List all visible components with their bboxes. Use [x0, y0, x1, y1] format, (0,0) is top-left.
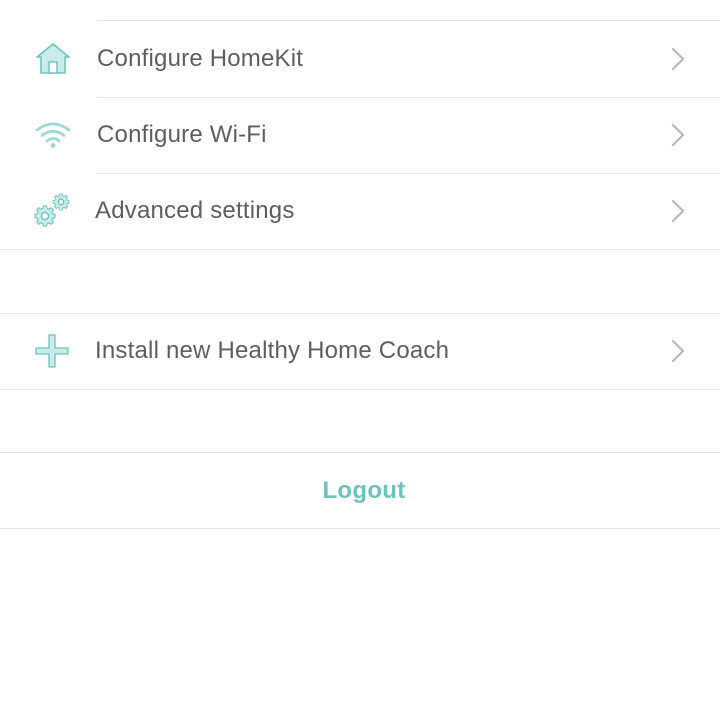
chevron-right-icon [670, 338, 686, 364]
logout-button[interactable]: Logout [0, 453, 720, 528]
install-new-device-label: Install new Healthy Home Coach [95, 337, 450, 364]
install-new-device-item[interactable]: Install new Healthy Home Coach [0, 313, 720, 389]
divider [0, 528, 720, 529]
divider [0, 249, 720, 250]
advanced-settings-label: Advanced settings [95, 197, 295, 224]
advanced-settings-item[interactable]: Advanced settings [0, 173, 720, 249]
divider [0, 389, 720, 390]
wifi-icon [32, 114, 74, 156]
gears-icon [32, 190, 74, 232]
logout-label: Logout [322, 476, 406, 504]
configure-homekit-label: Configure HomeKit [97, 45, 304, 72]
chevron-right-icon [670, 46, 686, 72]
configure-homekit-item[interactable]: Configure HomeKit [0, 21, 720, 97]
settings-screen: Configure HomeKit Configure Wi-Fi Advanc… [0, 0, 720, 720]
chevron-right-icon [670, 198, 686, 224]
configure-wifi-item[interactable]: Configure Wi-Fi [0, 97, 720, 173]
chevron-right-icon [670, 122, 686, 148]
configure-wifi-label: Configure Wi-Fi [97, 121, 267, 148]
plus-icon [31, 330, 73, 372]
home-icon [32, 38, 74, 80]
